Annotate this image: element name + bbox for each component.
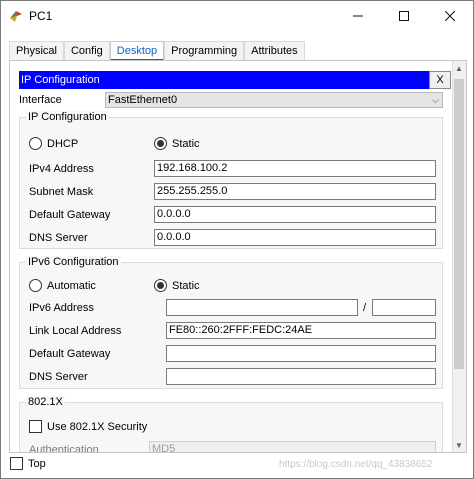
pc1-window: PC1 Physical Config Desktop Programming … xyxy=(0,0,474,479)
ipv4-address-label: IPv4 Address xyxy=(29,163,94,175)
ipv6-dns-server-label: DNS Server xyxy=(29,371,88,383)
scroll-up-icon[interactable]: ▲ xyxy=(455,65,463,73)
authentication-label: Authentication xyxy=(29,444,99,453)
maximize-button[interactable] xyxy=(381,1,427,31)
ipv4-group-title: IP Configuration xyxy=(26,111,109,123)
interface-label: Interface xyxy=(19,94,62,106)
chevron-down-icon: ⌵ xyxy=(432,95,439,105)
ipv6-automatic-label: Automatic xyxy=(47,280,96,292)
ipv6-static-label: Static xyxy=(172,280,200,292)
tab-physical[interactable]: Physical xyxy=(9,41,64,61)
subnet-mask-input[interactable]: 255.255.255.0 xyxy=(154,183,436,200)
ipv6-prefix-input[interactable] xyxy=(372,299,436,316)
dhcp-label: DHCP xyxy=(47,138,79,150)
ip-configuration-close-button[interactable]: X xyxy=(429,71,451,89)
ipv6-dns-server-input[interactable] xyxy=(166,368,436,385)
title-bar[interactable]: PC1 xyxy=(1,1,473,31)
ipv6-group-title: IPv6 Configuration xyxy=(26,256,121,268)
ipv6-default-gateway-input[interactable] xyxy=(166,345,436,362)
packet-tracer-app-icon xyxy=(10,11,22,22)
prefix-separator: / xyxy=(363,302,367,314)
dns-server-input[interactable]: 0.0.0.0 xyxy=(154,229,436,246)
dot1x-group: 802.1X Use 802.1X Security Authenticatio… xyxy=(19,396,443,453)
top-checkbox[interactable] xyxy=(10,457,23,470)
desktop-panel: IP Configuration X Interface FastEtherne… xyxy=(9,60,467,453)
ipv6-address-input[interactable] xyxy=(166,299,358,316)
static-radio[interactable] xyxy=(154,137,167,150)
ipv6-default-gateway-label: Default Gateway xyxy=(29,348,111,360)
use-8021x-checkbox[interactable] xyxy=(29,420,42,433)
scroll-thumb[interactable] xyxy=(454,79,464,369)
authentication-select[interactable]: MD5 xyxy=(149,441,436,452)
scroll-down-icon[interactable]: ▼ xyxy=(455,442,463,450)
ipv4-config-group: IP Configuration DHCP Static IPv4 Addres… xyxy=(19,111,443,249)
minimize-button[interactable] xyxy=(335,1,381,31)
minimize-icon xyxy=(353,15,363,17)
dns-server-label: DNS Server xyxy=(29,232,88,244)
interface-value: FastEthernet0 xyxy=(108,94,178,106)
vertical-scrollbar[interactable]: ▲ ▼ xyxy=(452,61,466,452)
tab-desktop[interactable]: Desktop xyxy=(109,41,165,61)
link-local-address-input[interactable]: FE80::260:2FFF:FEDC:24AE xyxy=(166,322,436,339)
use-8021x-label: Use 802.1X Security xyxy=(47,421,148,433)
top-label: Top xyxy=(28,458,46,470)
tab-bar: Physical Config Desktop Programming Attr… xyxy=(9,41,305,61)
ip-configuration-header: IP Configuration xyxy=(19,71,451,89)
dhcp-radio[interactable] xyxy=(29,137,42,150)
watermark-text: https://blog.csdn.net/qq_43838652 xyxy=(279,459,433,470)
tab-config[interactable]: Config xyxy=(63,41,110,61)
dot1x-group-title: 802.1X xyxy=(26,396,65,408)
window-title: PC1 xyxy=(29,9,53,23)
maximize-icon xyxy=(399,11,409,21)
link-local-address-label: Link Local Address xyxy=(29,325,122,337)
tab-attributes[interactable]: Attributes xyxy=(244,41,305,61)
default-gateway-label: Default Gateway xyxy=(29,209,111,221)
ipv6-address-label: IPv6 Address xyxy=(29,302,94,314)
static-label: Static xyxy=(172,138,200,150)
ipv6-automatic-radio[interactable] xyxy=(29,279,42,292)
ipv4-address-input[interactable]: 192.168.100.2 xyxy=(154,160,436,177)
interface-select[interactable]: FastEthernet0 ⌵ xyxy=(105,92,443,108)
ipv6-config-group: IPv6 Configuration Automatic Static IPv6… xyxy=(19,256,443,389)
subnet-mask-label: Subnet Mask xyxy=(29,186,94,198)
close-window-button[interactable] xyxy=(427,1,473,31)
default-gateway-input[interactable]: 0.0.0.0 xyxy=(154,206,436,223)
ipv6-static-radio[interactable] xyxy=(154,279,167,292)
close-icon xyxy=(445,11,455,21)
tab-programming[interactable]: Programming xyxy=(164,41,245,61)
